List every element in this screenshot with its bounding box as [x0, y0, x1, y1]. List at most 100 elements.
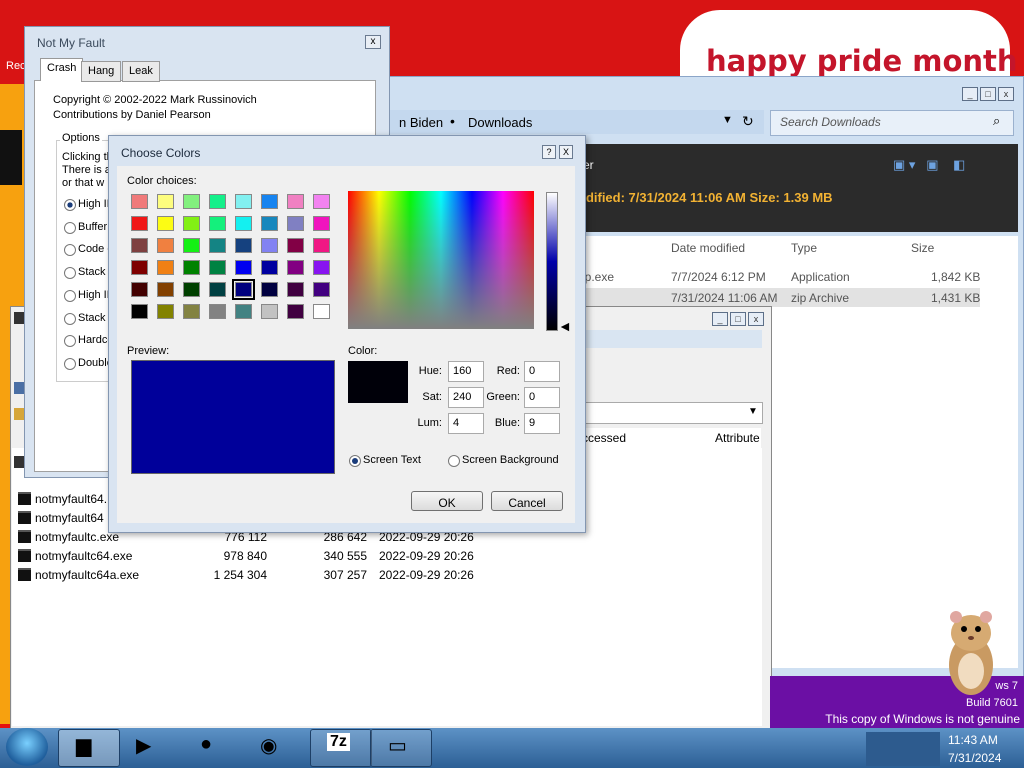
color-swatch[interactable] — [131, 238, 148, 253]
color-swatch[interactable] — [131, 260, 148, 275]
color-swatch[interactable] — [287, 304, 304, 319]
color-swatch[interactable] — [313, 216, 330, 231]
color-swatch[interactable] — [131, 216, 148, 231]
color-swatch[interactable] — [287, 238, 304, 253]
color-swatch[interactable] — [183, 194, 200, 209]
radio-crash-option[interactable] — [64, 335, 76, 347]
search-icon[interactable]: ⌕ — [993, 113, 1000, 129]
color-swatch[interactable] — [235, 216, 252, 231]
color-swatch[interactable] — [313, 260, 330, 275]
color-swatch[interactable] — [235, 260, 252, 275]
blue-field[interactable]: 9 — [524, 413, 560, 434]
file-name[interactable]: notmyfaultc64a.exe — [35, 568, 139, 582]
tab-hang[interactable]: Hang — [81, 61, 122, 82]
color-swatch[interactable] — [232, 279, 255, 300]
radio-crash-option[interactable] — [64, 267, 76, 279]
color-swatch[interactable] — [287, 194, 304, 209]
color-swatch[interactable] — [183, 238, 200, 253]
color-spectrum-picker[interactable] — [348, 191, 534, 329]
color-swatch[interactable] — [183, 282, 200, 297]
column-date-modified[interactable]: Date modified — [671, 241, 745, 255]
color-swatch[interactable] — [131, 194, 148, 209]
green-field[interactable]: 0 — [524, 387, 560, 408]
color-swatch[interactable] — [261, 282, 278, 297]
luminance-slider[interactable] — [546, 192, 558, 331]
radio-crash-option[interactable] — [64, 244, 76, 256]
clock-time[interactable]: 11:43 AM — [948, 733, 998, 747]
tab-leak[interactable]: Leak — [122, 61, 160, 82]
tab-crash[interactable]: Crash — [40, 58, 84, 81]
color-swatch[interactable] — [287, 260, 304, 275]
color-swatch[interactable] — [313, 238, 330, 253]
system-tray[interactable] — [866, 732, 940, 766]
color-swatch[interactable] — [183, 216, 200, 231]
sat-field[interactable]: 240 — [448, 387, 484, 408]
color-swatch[interactable] — [261, 216, 278, 231]
file-name[interactable]: notmyfaultc.exe — [35, 530, 119, 544]
screen-background-radio[interactable] — [448, 455, 460, 467]
color-swatch[interactable] — [209, 260, 226, 275]
breadcrumb-downloads[interactable]: Downloads — [468, 115, 532, 130]
color-swatch[interactable] — [287, 282, 304, 297]
color-swatch[interactable] — [157, 216, 174, 231]
color-swatch[interactable] — [157, 194, 174, 209]
color-swatch[interactable] — [313, 194, 330, 209]
media-player-icon[interactable]: ▶ — [136, 733, 151, 758]
lum-field[interactable]: 4 — [448, 413, 484, 434]
file-name[interactable]: notmyfaultc64.exe — [35, 549, 132, 563]
color-swatch[interactable] — [261, 260, 278, 275]
minimize-icon[interactable]: _ — [712, 312, 728, 326]
firefox-icon[interactable]: ◉ — [260, 733, 277, 758]
radio-crash-option[interactable] — [64, 313, 76, 325]
maximize-icon[interactable]: □ — [980, 87, 996, 101]
clock-date[interactable]: 7/31/2024 — [948, 751, 1001, 765]
close-icon[interactable]: x — [748, 312, 764, 326]
color-swatch[interactable] — [209, 194, 226, 209]
color-swatch[interactable] — [209, 304, 226, 319]
breadcrumb-user[interactable]: n Biden — [399, 115, 443, 130]
color-swatch[interactable] — [235, 304, 252, 319]
radio-crash-option[interactable] — [64, 358, 76, 370]
color-swatch[interactable] — [157, 304, 174, 319]
hue-field[interactable]: 160 — [448, 361, 484, 382]
globe-icon[interactable]: ● — [200, 733, 212, 756]
radio-crash-option[interactable] — [64, 290, 76, 302]
close-icon[interactable]: x — [365, 35, 381, 49]
column-attributes[interactable]: Attribute — [715, 431, 760, 445]
chevron-down-icon[interactable]: ▼ — [722, 114, 733, 126]
close-icon[interactable]: X — [559, 145, 573, 159]
color-swatch[interactable] — [261, 304, 278, 319]
color-swatch[interactable] — [261, 238, 278, 253]
color-swatch[interactable] — [157, 260, 174, 275]
maximize-icon[interactable]: □ — [730, 312, 746, 326]
color-swatch[interactable] — [209, 282, 226, 297]
color-swatch[interactable] — [313, 282, 330, 297]
color-swatch[interactable] — [235, 238, 252, 253]
color-swatch[interactable] — [131, 304, 148, 319]
minimize-icon[interactable]: _ — [962, 87, 978, 101]
chevron-down-icon[interactable]: ▼ — [748, 406, 758, 417]
refresh-icon[interactable]: ↻ — [742, 113, 754, 130]
radio-crash-option[interactable] — [64, 222, 76, 234]
close-icon[interactable]: x — [998, 87, 1014, 101]
column-accessed[interactable]: ccessed — [582, 431, 626, 445]
luminance-slider-arrow-icon[interactable]: ◄ — [558, 318, 572, 334]
7zip-path-dropdown[interactable] — [575, 402, 763, 424]
color-swatch[interactable] — [287, 216, 304, 231]
column-type[interactable]: Type — [791, 241, 817, 255]
screen-text-radio[interactable] — [349, 455, 361, 467]
cancel-button[interactable]: Cancel — [491, 491, 563, 511]
view-options-icon[interactable]: ▣ ▾ ▣ ◧ — [893, 157, 965, 173]
color-swatch[interactable] — [183, 260, 200, 275]
color-swatch[interactable] — [131, 282, 148, 297]
color-swatch[interactable] — [313, 304, 330, 319]
radio-crash-option[interactable] — [64, 199, 76, 211]
color-swatch[interactable] — [157, 282, 174, 297]
color-swatch[interactable] — [183, 304, 200, 319]
file-name[interactable]: notmyfault64. — [35, 492, 107, 506]
help-icon[interactable]: ? — [542, 145, 556, 159]
color-swatch[interactable] — [235, 194, 252, 209]
ok-button[interactable]: OK — [411, 491, 483, 511]
color-swatch[interactable] — [157, 238, 174, 253]
color-swatch[interactable] — [209, 238, 226, 253]
